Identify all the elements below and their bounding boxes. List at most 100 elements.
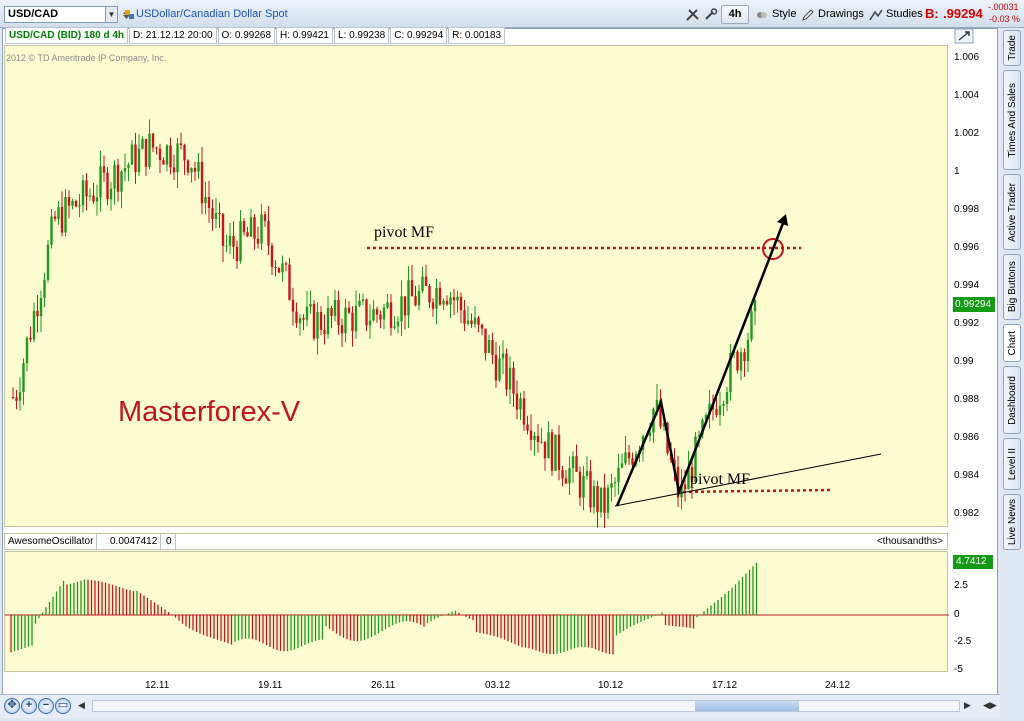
symbol-lookup-icon[interactable] bbox=[124, 9, 135, 20]
oscillator-panel[interactable] bbox=[4, 551, 949, 672]
candle-body bbox=[288, 264, 291, 300]
side-tab-label: Times And Sales bbox=[1006, 82, 1018, 158]
candle-body bbox=[256, 238, 260, 244]
candle-body bbox=[403, 296, 407, 316]
side-tab-active-trader[interactable]: Active Trader bbox=[1003, 174, 1021, 250]
candle-body bbox=[358, 300, 361, 306]
osc-name[interactable]: AwesomeOscillator bbox=[5, 534, 98, 549]
side-tab-chart[interactable]: Chart bbox=[1003, 324, 1021, 362]
style-label: Style bbox=[772, 8, 797, 20]
side-tab-level-ii[interactable]: Level II bbox=[1003, 438, 1021, 490]
candle-body bbox=[606, 487, 610, 513]
candle-body bbox=[141, 139, 144, 149]
link-button[interactable] bbox=[699, 5, 723, 24]
candle-body bbox=[88, 195, 92, 197]
candle-body bbox=[46, 244, 50, 280]
candle-body bbox=[78, 205, 81, 207]
date-tick-label: 12.11 bbox=[145, 680, 170, 691]
candle-body bbox=[435, 287, 438, 309]
side-tab-times-and-sales[interactable]: Times And Sales bbox=[1003, 70, 1021, 170]
candle-body bbox=[158, 148, 162, 161]
wrench-icon bbox=[705, 7, 718, 20]
candle-body bbox=[400, 296, 403, 322]
price-tick-label: 0.998 bbox=[954, 204, 980, 215]
candle-body bbox=[389, 302, 393, 328]
price-tick-label: 0.996 bbox=[954, 242, 980, 253]
price-tick-label: 0.992 bbox=[954, 318, 980, 329]
price-panel[interactable] bbox=[4, 45, 948, 528]
candle-body bbox=[337, 300, 340, 326]
date-tick-label: 10.12 bbox=[598, 680, 624, 691]
studies-icon bbox=[869, 9, 883, 20]
candle-body bbox=[235, 246, 239, 262]
scroll-right-icon[interactable]: ▶ bbox=[964, 700, 971, 711]
bid-value: .99294 bbox=[943, 6, 983, 21]
candle-body bbox=[169, 145, 172, 168]
candle-body bbox=[449, 297, 452, 305]
candle-body bbox=[613, 482, 617, 484]
pivot-label-top: pivot MF bbox=[374, 224, 435, 241]
candle-body bbox=[442, 300, 445, 305]
masterforex-label: Masterforex-V bbox=[118, 396, 301, 428]
pan-icon[interactable]: ✥ bbox=[4, 698, 20, 714]
candle-body bbox=[753, 300, 757, 312]
candle-body bbox=[179, 143, 183, 146]
bid-label: B: bbox=[925, 6, 939, 21]
candle-body bbox=[582, 475, 585, 498]
candle-body bbox=[221, 214, 225, 246]
side-tab-trade[interactable]: Trade bbox=[1003, 30, 1021, 66]
candle-body bbox=[536, 435, 540, 443]
candle-body bbox=[39, 297, 43, 317]
scroll-end-icon[interactable]: ◀▶ bbox=[983, 700, 997, 711]
candle-body bbox=[270, 245, 274, 267]
style-icon bbox=[757, 11, 767, 18]
candle-body bbox=[190, 167, 193, 173]
candle-body bbox=[249, 217, 253, 237]
candle-body bbox=[186, 160, 190, 173]
candle-body bbox=[92, 195, 95, 202]
timeframe-button[interactable]: 4h bbox=[721, 5, 749, 24]
scrollbar-thumb[interactable] bbox=[695, 701, 799, 711]
scroll-left-icon[interactable]: ◀ bbox=[78, 700, 85, 711]
osc-param: 0 bbox=[163, 534, 176, 549]
osc-units: <thousandths> bbox=[876, 536, 943, 547]
zoom-out-icon[interactable]: − bbox=[38, 698, 54, 714]
chart-expand-icon[interactable] bbox=[954, 28, 974, 44]
candle-body bbox=[316, 312, 319, 339]
date-tick-label: 03.12 bbox=[485, 680, 511, 691]
chevron-down-icon[interactable]: ▼ bbox=[105, 7, 117, 22]
studies-label: Studies bbox=[886, 8, 923, 20]
zoom-reset-icon[interactable]: ▭ bbox=[55, 698, 71, 714]
candle-body bbox=[526, 424, 529, 431]
candle-body bbox=[501, 353, 505, 359]
style-button[interactable]: Style bbox=[751, 5, 800, 24]
candle-body bbox=[575, 456, 578, 472]
candle-body bbox=[330, 307, 333, 316]
candle-body bbox=[64, 196, 67, 233]
candle-body bbox=[309, 303, 312, 307]
studies-button[interactable]: Studies bbox=[865, 5, 927, 24]
price-tick-label: 1.006 bbox=[954, 52, 980, 63]
side-tab-big-buttons[interactable]: Big Buttons bbox=[1003, 254, 1021, 320]
candle-body bbox=[746, 339, 750, 362]
candle-body bbox=[123, 167, 127, 172]
price-tick-label: 1 bbox=[954, 166, 960, 177]
price-tick-label: 0.988 bbox=[954, 394, 980, 405]
candle-body bbox=[596, 486, 599, 513]
candle-body bbox=[260, 214, 263, 244]
candle-body bbox=[267, 221, 270, 246]
side-tab-label: Trade bbox=[1006, 35, 1018, 61]
candle-body bbox=[29, 337, 32, 340]
side-tab-label: Live News bbox=[1006, 498, 1018, 546]
candle-body bbox=[43, 279, 46, 298]
side-tab-dashboard[interactable]: Dashboard bbox=[1003, 366, 1021, 434]
zoom-in-icon[interactable]: + bbox=[21, 698, 37, 714]
side-tab-live-news[interactable]: Live News bbox=[1003, 494, 1021, 550]
candle-body bbox=[365, 299, 368, 326]
drawings-button[interactable]: Drawings bbox=[797, 5, 868, 24]
time-scrollbar[interactable] bbox=[92, 700, 960, 712]
oscillator-tag: 4.7412 bbox=[953, 555, 993, 569]
candle-body bbox=[130, 144, 134, 165]
symbol-selector[interactable]: USD/CAD ▼ bbox=[4, 6, 118, 23]
candle-body bbox=[547, 432, 550, 459]
